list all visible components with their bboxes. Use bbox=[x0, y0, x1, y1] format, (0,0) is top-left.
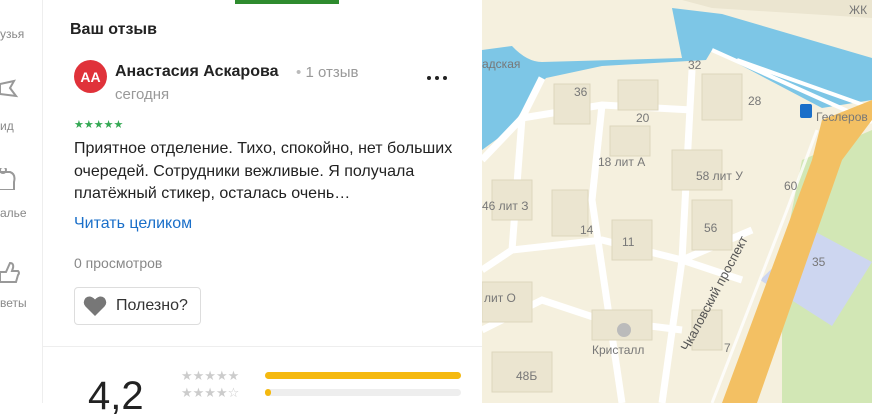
review-stars: ★ ★ ★ ★ ★ bbox=[74, 120, 123, 131]
map-label-20: 20 bbox=[636, 111, 650, 125]
gallery-icon bbox=[0, 168, 16, 190]
review-date: сегодня bbox=[115, 86, 170, 103]
more-options-button[interactable] bbox=[427, 72, 451, 84]
map-label-18: 18 лит А bbox=[598, 155, 645, 169]
sidebar-item-label: ид bbox=[0, 119, 14, 133]
rating-value: 4,2 bbox=[88, 374, 144, 418]
star-icon: ★ bbox=[113, 119, 124, 131]
rating-row-4: ★★★★☆ bbox=[181, 385, 261, 400]
left-sidebar: узья ид алье веты bbox=[0, 0, 42, 403]
map-label-11: 11 bbox=[622, 235, 635, 249]
divider bbox=[43, 346, 483, 347]
pin-icon bbox=[0, 79, 19, 98]
star-icon: ★ bbox=[83, 119, 94, 131]
review-text: Приятное отделение. Тихо, спокойно, нет … bbox=[74, 140, 453, 202]
shopping-center-icon[interactable] bbox=[617, 323, 631, 337]
map-label-46: 46 лит З bbox=[482, 199, 528, 213]
star-icon: ★ bbox=[103, 119, 114, 131]
dot-icon bbox=[427, 76, 431, 80]
dot-icon bbox=[443, 76, 447, 80]
review-author[interactable]: Анастасия Аскарова bbox=[115, 63, 278, 81]
dot-icon bbox=[435, 76, 439, 80]
review-count-text: 1 отзыв bbox=[305, 64, 359, 81]
thumbs-up-icon bbox=[0, 262, 20, 283]
rating-row-5: ★★★★★ bbox=[181, 368, 261, 383]
map-label-35: 35 bbox=[812, 255, 826, 269]
star-icon: ★ bbox=[93, 119, 104, 131]
map-label-58: 58 лит У bbox=[696, 169, 743, 183]
tab-indicator bbox=[235, 0, 339, 4]
map-label-48b: 48Б bbox=[516, 369, 537, 383]
section-title: Ваш отзыв bbox=[70, 21, 157, 38]
sidebar-item-label: веты bbox=[0, 296, 27, 310]
map-label-32: 32 bbox=[688, 58, 702, 72]
rating-bar-fill bbox=[265, 372, 461, 379]
views-count: 0 просмотров bbox=[74, 255, 163, 271]
map-label-14: 14 bbox=[580, 223, 594, 237]
rating-stars: ★★★★★ bbox=[181, 368, 240, 383]
map-label-street: адская bbox=[482, 57, 520, 71]
heart-icon bbox=[83, 296, 107, 316]
map-label-28: 28 bbox=[748, 94, 762, 108]
read-more-link[interactable]: Читать целиком bbox=[74, 215, 192, 233]
review-panel: Ваш отзыв АА Анастасия Аскарова • 1 отзы… bbox=[42, 0, 483, 416]
sidebar-item-label: алье bbox=[0, 206, 27, 220]
map-label-kristall: Кристалл bbox=[592, 343, 644, 357]
map-label-gesler: Геслеров bbox=[816, 110, 868, 124]
map[interactable]: ЖК Геслеров адская 36 32 28 20 18 лит А … bbox=[482, 0, 872, 403]
useful-label: Полезно? bbox=[116, 297, 188, 314]
map-label-56: 56 bbox=[704, 221, 718, 235]
metro-icon[interactable] bbox=[800, 104, 812, 118]
map-label-zhk: ЖК bbox=[849, 3, 867, 17]
map-label-60: 60 bbox=[784, 179, 798, 193]
rating-stars: ★★★★☆ bbox=[181, 385, 240, 400]
avatar[interactable]: АА bbox=[74, 60, 107, 93]
rating-bar-4 bbox=[265, 389, 461, 396]
map-label-7: 7 bbox=[724, 341, 731, 355]
review-count: • 1 отзыв bbox=[296, 64, 358, 81]
star-icon: ★ bbox=[74, 119, 84, 131]
rating-bar-fill bbox=[265, 389, 271, 396]
map-label-36: 36 bbox=[574, 85, 588, 99]
sidebar-item-label: узья bbox=[0, 27, 25, 41]
map-label-lit-o: лит О bbox=[484, 291, 516, 305]
useful-button[interactable]: Полезно? bbox=[74, 287, 201, 325]
rating-bar-5 bbox=[265, 372, 461, 379]
separator-dot: • bbox=[296, 64, 302, 81]
